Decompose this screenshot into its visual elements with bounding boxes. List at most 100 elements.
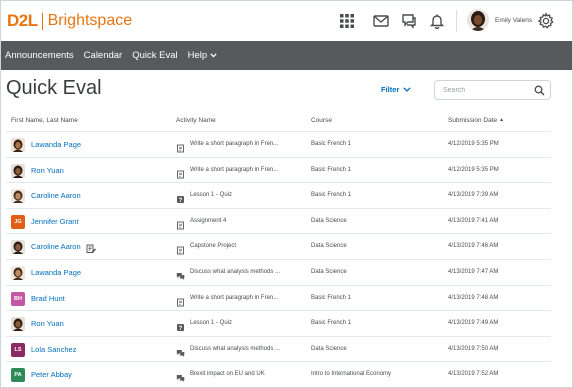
nav-announcements[interactable]: Announcements <box>5 50 74 61</box>
discussion-icon <box>176 345 185 357</box>
submission-date: 4/13/2019 7:41 AM <box>448 217 499 224</box>
notes-icon[interactable] <box>86 241 96 254</box>
table-row[interactable]: JG Jennifer Grant Assignment 4 Data Science… <box>6 209 551 235</box>
discussion-icon <box>176 268 185 280</box>
course-name: Data Science <box>311 345 347 352</box>
nav-quick-eval[interactable]: Quick Eval <box>132 50 177 61</box>
avatar <box>11 163 25 178</box>
submission-date: 4/13/2019 7:52 AM <box>448 371 499 378</box>
assignment-icon <box>176 166 185 179</box>
assignment-icon <box>176 242 185 255</box>
avatar <box>11 265 25 280</box>
table-row[interactable]: LS Lola Sanchez Discuss what analysis meth… <box>6 337 551 363</box>
search-box <box>434 80 551 100</box>
avatar <box>11 189 25 204</box>
column-header-course: Course <box>311 117 332 124</box>
search-input[interactable] <box>443 86 528 94</box>
main-content: Quick Eval Filter First Name, Last Name … <box>1 70 572 387</box>
student-name-link[interactable]: Ron Yuan <box>31 166 64 175</box>
bell-icon[interactable] <box>427 11 447 31</box>
assignment-icon <box>176 217 185 230</box>
table-row[interactable]: Ron Yuan? Lesson 1 - Quiz Basic French 1 4/… <box>6 311 551 337</box>
table-row[interactable]: BH Brad Hunt Write a short paragraph in Fr… <box>6 286 551 312</box>
apps-grid-icon[interactable] <box>337 11 357 31</box>
submission-date: 4/12/2019 5:35 PM <box>448 141 499 147</box>
avatar: JG <box>11 214 25 229</box>
table-row[interactable]: Caroline Aaron Capstone Project Data Scien… <box>6 234 551 260</box>
course-name: Basic French 1 <box>311 294 352 301</box>
nav-label: Help <box>187 50 208 61</box>
search-icon[interactable] <box>534 85 545 96</box>
submission-date: 4/12/2019 5:35 PM <box>448 166 499 173</box>
avatar <box>11 138 25 152</box>
logo-mark: D2L <box>7 11 38 30</box>
brightspace-logo[interactable]: D2L Brightspace <box>7 11 132 31</box>
nav-calendar[interactable]: Calendar <box>84 50 123 61</box>
table-row[interactable]: Lawanda Page Discuss what analysis method… <box>6 260 551 286</box>
activity-name: Write a short paragraph in Fren... <box>190 294 279 301</box>
mail-icon[interactable] <box>371 11 391 31</box>
chevron-down-icon <box>210 53 217 58</box>
course-name: Basic French 1 <box>311 166 352 173</box>
nav-help[interactable]: Help <box>188 50 218 61</box>
avatar-initials: JG <box>14 218 22 225</box>
avatar: PA <box>11 368 25 383</box>
page-title: Quick Eval <box>6 77 102 99</box>
column-header-activity: Activity Name <box>176 117 216 124</box>
student-name-link[interactable]: Caroline Aaron <box>31 242 81 251</box>
student-name-link[interactable]: Lawanda Page <box>31 140 81 149</box>
activity-name: Discuss what analysis methods ... <box>190 268 281 275</box>
user-menu[interactable]: Emily Valens <box>467 9 532 31</box>
sort-ascending-icon: ▲ <box>499 117 505 123</box>
column-header-date-label: Submission Date <box>448 117 498 124</box>
app-window: D2L Brightspace Emily Valens Announcemen… <box>0 0 573 388</box>
table-body: Lawanda Page Write a short paragraph in F… <box>6 132 551 387</box>
activity-name: Capstone Project <box>190 243 237 250</box>
activity-name: Assignment 4 <box>190 217 227 224</box>
column-header-date[interactable]: Submission Date ▲ <box>448 117 504 124</box>
gear-icon[interactable] <box>536 11 556 31</box>
avatar <box>11 240 25 255</box>
student-name-link[interactable]: Lola Sanchez <box>31 345 76 354</box>
discussion-icon <box>176 370 185 383</box>
chat-icon[interactable] <box>399 11 419 31</box>
table-row[interactable]: Caroline Aaron? Lesson 1 - Quiz Basic Fren… <box>6 183 551 209</box>
student-name-link[interactable]: Brad Hunt <box>31 294 65 303</box>
student-name-link[interactable]: Caroline Aaron <box>31 191 81 200</box>
student-name-link[interactable]: Lawanda Page <box>31 268 81 277</box>
quiz-icon: ? <box>176 191 185 204</box>
svg-text:?: ? <box>179 198 183 204</box>
activity-name: Lesson 1 - Quiz <box>190 320 233 327</box>
activity-name: Discuss what analysis methods ... <box>190 345 281 352</box>
svg-text:?: ? <box>179 326 183 332</box>
student-name-link[interactable]: Jennifer Grant <box>31 217 79 226</box>
student-name-link[interactable]: Ron Yuan <box>31 319 64 328</box>
filter-label: Filter <box>381 85 400 94</box>
submission-date: 4/13/2019 7:47 AM <box>448 268 499 275</box>
course-name: Intro to International Economy <box>311 371 392 378</box>
table-row[interactable]: Ron Yuan Write a short paragraph in Fren.… <box>6 158 551 184</box>
chevron-down-icon <box>403 87 412 92</box>
activity-name: Lesson 1 - Quiz <box>190 192 233 199</box>
user-avatar <box>467 9 489 31</box>
avatar-initials: PA <box>14 372 22 379</box>
avatar <box>11 317 25 332</box>
course-name: Basic French 1 <box>311 320 352 327</box>
avatar-initials: BH <box>14 295 22 302</box>
submission-date: 4/13/2019 7:46 AM <box>448 243 499 250</box>
course-name: Data Science <box>311 217 347 224</box>
student-name-link[interactable]: Peter Abbay <box>31 370 72 379</box>
avatar-initials: LS <box>14 346 22 353</box>
logo-divider <box>41 12 43 30</box>
table-row[interactable]: Lawanda Page Write a short paragraph in F… <box>6 132 551 158</box>
submission-date: 4/13/2019 7:50 AM <box>448 345 499 352</box>
filter-dropdown[interactable]: Filter <box>381 85 412 94</box>
course-name: Data Science <box>311 243 347 250</box>
nav-label: Announcements <box>5 50 74 61</box>
submission-date: 4/13/2019 7:48 AM <box>448 294 499 301</box>
submission-date: 4/13/2019 7:49 AM <box>448 320 499 327</box>
column-header-name: First Name, Last Name <box>11 117 78 124</box>
nav-label: Calendar <box>83 50 123 61</box>
table-header: First Name, Last Name Activity Name Cour… <box>6 114 551 132</box>
table-row[interactable]: PA Peter Abbay Brexit impact on EU and UK I… <box>6 362 551 387</box>
